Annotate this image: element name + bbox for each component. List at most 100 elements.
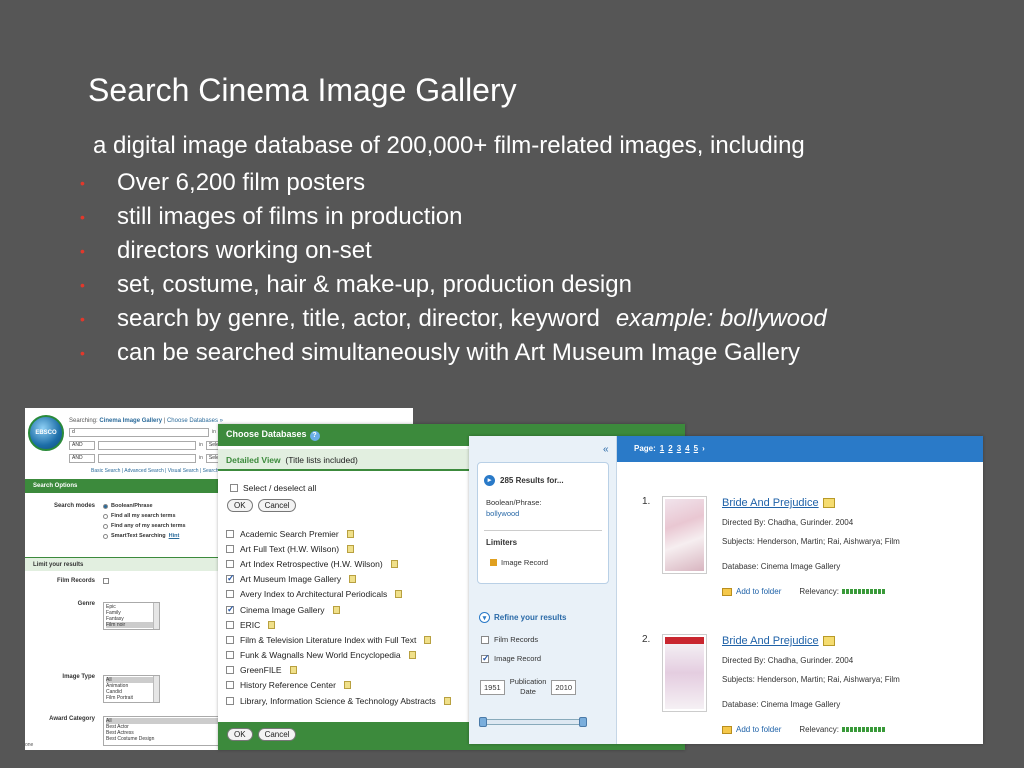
result-thumbnail[interactable] <box>662 634 707 712</box>
operator-select[interactable]: AND <box>69 440 95 450</box>
title-list-icon[interactable] <box>268 620 276 629</box>
search-input[interactable]: d <box>69 427 209 437</box>
database-checkbox[interactable] <box>226 696 234 705</box>
database-checkbox[interactable] <box>226 620 234 629</box>
year-from-field[interactable]: 1951 <box>480 679 505 695</box>
select-all-checkbox[interactable] <box>230 484 238 492</box>
film-records-checkbox[interactable] <box>103 578 109 584</box>
search-type-links[interactable]: Basic Search | Advanced Search | Visual … <box>91 468 235 474</box>
remove-limiter-icon[interactable] <box>490 559 497 566</box>
title-list-icon[interactable] <box>395 590 403 599</box>
database-name: Avery Index to Architectural Periodicals <box>240 589 388 600</box>
award-option[interactable]: Best Costume Design <box>106 736 220 742</box>
search-input-3[interactable] <box>98 453 196 463</box>
title-list-icon[interactable] <box>424 635 432 644</box>
ok-button[interactable]: OK <box>227 499 253 512</box>
scrollbar[interactable] <box>153 603 159 629</box>
search-input-2[interactable] <box>98 440 196 450</box>
help-icon[interactable]: ? <box>309 431 320 441</box>
database-item[interactable]: Art Index Retrospective (H.W. Wilson) <box>226 556 451 571</box>
title-list-icon[interactable] <box>346 529 354 538</box>
page-link[interactable]: 2 <box>668 444 672 454</box>
collapse-icon[interactable]: « <box>603 444 609 455</box>
database-item[interactable]: Academic Search Premier <box>226 526 451 541</box>
date-slider[interactable] <box>479 717 587 727</box>
result-title-text[interactable]: Bride And Prejudice <box>722 635 819 647</box>
database-checkbox[interactable] <box>226 529 234 538</box>
select-all-row[interactable]: Select / deselect all <box>230 483 316 493</box>
film-records-checkbox[interactable] <box>481 635 489 644</box>
database-item[interactable]: Avery Index to Architectural Periodicals <box>226 587 451 602</box>
date-label-line: Publication <box>509 677 547 686</box>
image-record-checkbox[interactable] <box>481 653 490 664</box>
refine-film-records[interactable]: Film Records <box>481 635 538 644</box>
ok-button[interactable]: OK <box>227 728 253 741</box>
database-checkbox[interactable] <box>226 651 234 660</box>
result-title[interactable]: Bride And Prejudice <box>722 635 835 647</box>
add-to-folder-link[interactable]: Add to folder <box>736 587 781 596</box>
database-checkbox[interactable] <box>226 544 234 553</box>
page-link[interactable]: 3 <box>677 444 681 454</box>
award-category-list[interactable]: All Best Actor Best Actress Best Costume… <box>103 716 223 746</box>
database-item[interactable]: Art Museum Image Gallery <box>226 572 451 587</box>
next-page-icon[interactable]: › <box>702 444 705 454</box>
database-item[interactable]: Library, Information Science & Technolog… <box>226 693 451 708</box>
image-type-option[interactable]: Film Portrait <box>106 695 157 701</box>
genre-list[interactable]: Epic Family Fantasy Film noir <box>103 602 160 630</box>
year-to-field[interactable]: 2010 <box>551 679 577 695</box>
database-checkbox[interactable] <box>226 635 234 644</box>
slider-handle-left[interactable] <box>479 717 487 727</box>
database-item[interactable]: Funk & Wagnalls New World Encyclopedia <box>226 648 451 663</box>
title-list-icon[interactable] <box>343 681 351 690</box>
title-list-icon[interactable] <box>349 575 357 584</box>
refine-heading[interactable]: ▾ Refine your results <box>479 612 566 623</box>
database-checkbox[interactable] <box>226 681 234 690</box>
database-checkbox[interactable] <box>226 604 235 615</box>
page-link[interactable]: 4 <box>685 444 689 454</box>
current-database: Cinema Image Gallery <box>99 418 163 424</box>
database-checkbox[interactable] <box>226 590 234 599</box>
bullet-dot: • <box>80 311 85 327</box>
title-list-icon[interactable] <box>443 696 451 705</box>
operator-select-2[interactable]: AND <box>69 453 95 463</box>
cancel-button[interactable]: Cancel <box>257 728 297 741</box>
database-item[interactable]: Art Full Text (H.W. Wilson) <box>226 541 451 556</box>
title-list-icon[interactable] <box>390 559 398 568</box>
genre-option[interactable]: Film noir <box>106 622 157 628</box>
limiter-item[interactable]: Image Record <box>490 558 548 567</box>
result-thumbnail[interactable] <box>662 496 707 574</box>
results-main: Page: 1 2 3 4 5 › 1. Bride And Prejudice… <box>617 436 983 744</box>
page-link[interactable]: 5 <box>694 444 698 454</box>
result-title-text[interactable]: Bride And Prejudice <box>722 497 819 509</box>
title-list-icon[interactable] <box>347 544 355 553</box>
add-to-folder-link[interactable]: Add to folder <box>736 725 781 734</box>
database-item[interactable]: Cinema Image Gallery <box>226 602 451 617</box>
cancel-button[interactable]: Cancel <box>257 499 297 512</box>
image-type-list[interactable]: All Animation Candid Film Portrait <box>103 675 160 703</box>
mode-all-terms[interactable]: Find all my search terms <box>103 513 176 519</box>
database-checkbox[interactable] <box>226 559 234 568</box>
slider-handle-right[interactable] <box>579 717 587 727</box>
mode-boolean[interactable]: Boolean/Phrase <box>103 503 153 509</box>
title-list-icon[interactable] <box>408 651 416 660</box>
database-item[interactable]: Film & Television Literature Index with … <box>226 632 451 647</box>
title-list-icon[interactable] <box>289 666 297 675</box>
page-link[interactable]: 1 <box>660 444 664 454</box>
scrollbar[interactable] <box>153 676 159 702</box>
title-list-icon[interactable] <box>332 605 340 614</box>
mode-any-terms[interactable]: Find any of my search terms <box>103 523 186 529</box>
database-item[interactable]: ERIC <box>226 617 451 632</box>
detailed-view-label[interactable]: Detailed View <box>226 455 281 465</box>
refine-image-record[interactable]: Image Record <box>481 653 541 664</box>
image-icon <box>822 498 835 508</box>
database-item[interactable]: GreenFILE <box>226 663 451 678</box>
hint-link[interactable]: Hint <box>169 533 180 539</box>
query-link[interactable]: bollywood <box>486 508 541 519</box>
result-title[interactable]: Bride And Prejudice <box>722 497 835 509</box>
database-checkbox[interactable] <box>226 666 234 675</box>
choose-databases-link[interactable]: Choose Databases » <box>167 418 223 424</box>
mode-smarttext[interactable]: SmartText Searching Hint <box>103 533 179 539</box>
bullet-dot: • <box>80 345 85 361</box>
database-checkbox[interactable] <box>226 573 235 584</box>
database-item[interactable]: History Reference Center <box>226 678 451 693</box>
